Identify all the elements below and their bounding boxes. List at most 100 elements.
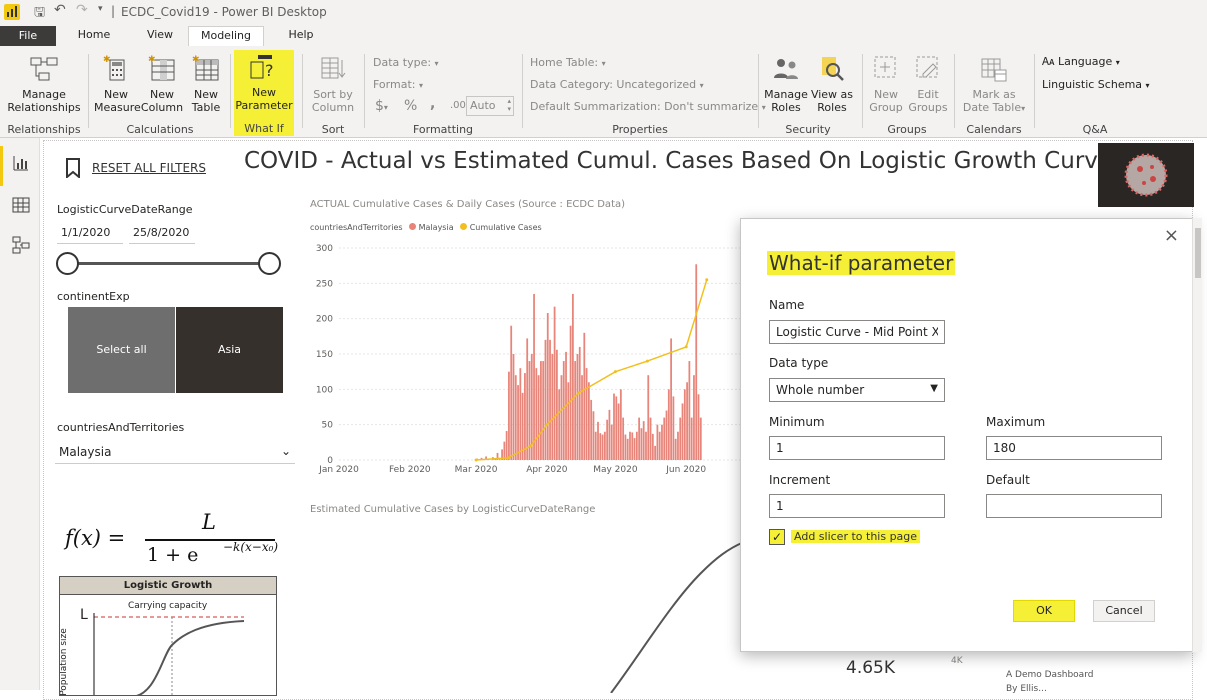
group-sort-label: Sort [321, 123, 345, 136]
default-summarization-dropdown[interactable]: Default Summarization: Don't summarize ▾ [530, 100, 766, 113]
bar [624, 434, 627, 460]
start-date-input[interactable]: 1/1/2020 [57, 224, 123, 244]
comma-button[interactable]: , [430, 96, 435, 112]
chevron-down-icon: ▾ [1145, 81, 1150, 90]
default-input[interactable] [986, 494, 1162, 518]
minimum-input[interactable] [769, 436, 945, 460]
new-column-button[interactable]: ✱ New Column [140, 54, 184, 114]
end-date-input[interactable]: 25/8/2020 [129, 224, 195, 244]
data-category-dropdown[interactable]: Data Category: Uncategorized ▾ [530, 78, 704, 91]
reset-all-filters-button[interactable]: RESET ALL FILTERS [92, 161, 206, 175]
decimals-button[interactable]: .00 [450, 100, 466, 111]
save-icon[interactable]: 🖫 [34, 3, 45, 25]
dialog-scrollbar-thumb[interactable] [1195, 228, 1201, 278]
tab-file[interactable]: File [0, 26, 56, 46]
group-calendars-label: Calendars [966, 123, 1022, 136]
data-type-label: Data type [769, 356, 829, 370]
asia-tile[interactable]: Asia [176, 307, 283, 393]
bar [642, 421, 645, 460]
linguistic-schema-label: Linguistic Schema [1042, 78, 1143, 91]
data-type-select[interactable]: Whole number ▼ [769, 378, 945, 402]
report-view-indicator [0, 146, 3, 186]
new-table-button[interactable]: ✱ New Table [186, 54, 226, 114]
legend-item-malaysia[interactable]: Malaysia [419, 223, 454, 232]
name-input[interactable] [769, 320, 945, 344]
x-tick-label: Apr 2020 [526, 465, 568, 475]
data-type-dropdown[interactable]: Data type: ▾ [373, 56, 439, 69]
bar [590, 399, 593, 460]
ok-button[interactable]: OK [1013, 600, 1075, 622]
chevron-down-icon: ▾ [418, 81, 423, 90]
quick-access-dropdown-icon[interactable]: ▾ [98, 4, 103, 14]
country-dropdown[interactable]: Malaysia ⌄ [55, 442, 295, 464]
data-type-value: Whole number [776, 383, 865, 397]
sort-by-column-button[interactable]: Sort by Column [306, 54, 360, 114]
dropdown-arrow-icon: ▼ [930, 383, 938, 394]
ribbon-separator [302, 54, 303, 128]
cumulative-point [474, 458, 478, 462]
date-range-start-handle[interactable] [56, 252, 79, 275]
tab-home[interactable]: Home [70, 26, 118, 46]
data-view-icon[interactable] [12, 196, 30, 214]
bar [581, 375, 583, 460]
bar [592, 411, 595, 460]
y-tick-label: 200 [316, 315, 333, 325]
bar [597, 421, 599, 460]
view-as-icon [822, 57, 844, 81]
name-label: Name [769, 298, 805, 312]
tab-view[interactable]: View [136, 26, 184, 46]
format-dropdown[interactable]: Format: ▾ [373, 78, 423, 91]
bar [583, 332, 586, 460]
currency-button[interactable]: $▾ [375, 98, 388, 114]
bar [672, 396, 675, 460]
new-group-icon [874, 56, 896, 78]
add-slicer-label[interactable]: Add slicer to this page [791, 530, 921, 543]
manage-roles-button[interactable]: Manage Roles [762, 54, 810, 114]
report-view-icon[interactable] [12, 154, 30, 172]
view-as-roles-button[interactable]: View as Roles [810, 54, 854, 114]
bar [670, 338, 672, 460]
model-view-icon[interactable] [12, 236, 30, 254]
tab-modeling[interactable]: Modeling [188, 26, 264, 46]
redo-icon[interactable]: ↷ [76, 2, 88, 18]
cancel-button[interactable]: Cancel [1093, 600, 1155, 622]
undo-icon[interactable]: ↶ [54, 2, 66, 18]
maximum-input[interactable] [986, 436, 1162, 460]
new-group-label: New Group [869, 88, 903, 114]
table-icon: ✱ [192, 55, 219, 81]
increment-label: Increment [769, 473, 831, 487]
select-all-tile[interactable]: Select all [68, 307, 175, 393]
new-measure-button[interactable]: ✱ New Measure [94, 54, 141, 114]
tab-help[interactable]: Help [278, 26, 324, 46]
legend-item-cumulative[interactable]: Cumulative Cases [470, 223, 542, 232]
add-slicer-checkbox[interactable]: ✓ [769, 529, 785, 545]
data-category-label: Data Category: Uncategorized [530, 78, 697, 91]
linguistic-schema-dropdown[interactable]: Linguistic Schema ▾ [1042, 78, 1150, 91]
ribbon-separator [954, 54, 955, 128]
bar [626, 438, 629, 460]
increment-input[interactable] [769, 494, 945, 518]
percent-button[interactable]: % [404, 98, 417, 114]
decimal-places-input[interactable]: Auto ▴ ▾ [466, 96, 514, 116]
home-table-dropdown[interactable]: Home Table: ▾ [530, 56, 606, 69]
language-dropdown[interactable]: 🗛 Language ▾ [1042, 55, 1120, 69]
bar [505, 431, 508, 460]
ribbon-separator [88, 54, 89, 128]
cumulative-point [529, 444, 533, 448]
bar [556, 349, 558, 460]
logistic-formula: f(x) = L 1 + e −k(x−x₀) [65, 510, 280, 570]
ribbon-separator [758, 54, 759, 128]
bar [510, 325, 513, 460]
date-range-end-handle[interactable] [258, 252, 281, 275]
bar [647, 375, 650, 460]
mark-as-date-table-button[interactable]: Mark as Date Table▾ [958, 54, 1030, 115]
new-group-button[interactable]: New Group [866, 54, 906, 114]
edit-groups-button[interactable]: Edit Groups [908, 54, 948, 114]
new-parameter-button[interactable]: ? New Parameter [234, 50, 294, 122]
bar [686, 382, 688, 460]
dialog-scrollbar[interactable] [1192, 218, 1202, 652]
close-icon[interactable]: × [1164, 225, 1179, 246]
ribbon: Manage Relationships Relationships ✱ New… [0, 46, 1207, 138]
bookmark-icon[interactable] [65, 158, 81, 178]
manage-relationships-button[interactable]: Manage Relationships [6, 54, 82, 114]
